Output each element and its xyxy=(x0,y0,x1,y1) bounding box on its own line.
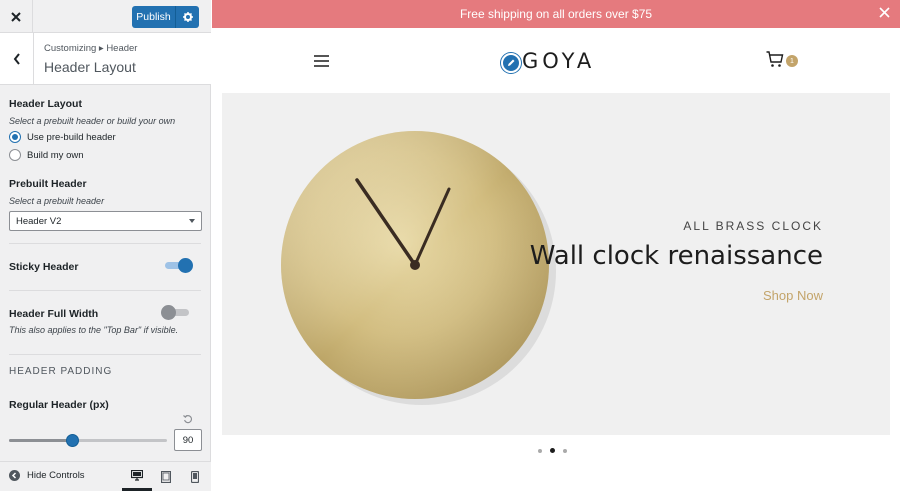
radio-label: Use pre-build header xyxy=(27,131,116,143)
publish-settings-button[interactable] xyxy=(176,6,199,28)
header-layout-title: Header Layout xyxy=(9,98,82,110)
prebuilt-header-select[interactable]: Header V2 xyxy=(9,211,202,231)
customizer-sidebar: Publish Customizing ▸ Header Header Layo… xyxy=(0,0,211,491)
regular-header-slider[interactable] xyxy=(9,434,167,447)
hero-title: Wall clock renaissance xyxy=(529,241,823,271)
slide-dot[interactable] xyxy=(538,448,542,453)
pencil-icon xyxy=(508,59,515,66)
toggle-knob xyxy=(161,305,176,320)
edit-shortcut-button[interactable] xyxy=(501,53,521,73)
radio-button[interactable] xyxy=(9,149,21,161)
header-padding-heading: HEADER PADDING xyxy=(9,366,113,377)
cart-icon[interactable] xyxy=(766,51,784,68)
customizer-header: Publish xyxy=(0,0,211,33)
select-value: Header V2 xyxy=(16,216,62,227)
divider xyxy=(9,290,201,291)
cart-count-badge: 1 xyxy=(786,55,798,67)
hide-controls-button[interactable]: Hide Controls xyxy=(9,470,85,481)
radio-button[interactable] xyxy=(9,131,21,143)
hero-slide: ALL BRASS CLOCK Wall clock renaissance S… xyxy=(222,93,890,435)
prebuilt-header-control: Prebuilt Header Select a prebuilt header xyxy=(9,178,201,206)
tablet-preview-button[interactable] xyxy=(151,462,181,491)
collapse-icon xyxy=(9,470,20,481)
radio-build-own[interactable]: Build my own xyxy=(9,149,201,161)
slide-dot[interactable] xyxy=(563,448,567,453)
prebuilt-header-title: Prebuilt Header xyxy=(9,178,87,190)
regular-header-input[interactable]: 90 xyxy=(174,429,202,451)
section-title: Header Layout xyxy=(44,59,136,75)
radio-use-prebuild[interactable]: Use pre-build header xyxy=(9,131,201,143)
hamburger-menu-icon[interactable] xyxy=(314,55,329,67)
brass-clock-image xyxy=(281,131,556,405)
chevron-left-icon xyxy=(13,52,20,65)
chevron-down-icon xyxy=(189,219,195,223)
shop-now-link[interactable]: Shop Now xyxy=(763,288,823,303)
toggle-knob xyxy=(178,258,193,273)
divider xyxy=(9,354,201,355)
section-header: Customizing ▸ Header Header Layout xyxy=(0,33,211,85)
slider-fill xyxy=(9,439,73,442)
regular-header-label: Regular Header (px) xyxy=(9,399,109,411)
mobile-preview-button[interactable] xyxy=(180,462,210,491)
publish-group: Publish xyxy=(132,6,199,28)
publish-button[interactable]: Publish xyxy=(132,6,176,28)
close-icon[interactable] xyxy=(879,7,890,18)
slide-dot[interactable] xyxy=(550,448,555,453)
site-preview: Free shipping on all orders over $75 GOY… xyxy=(212,0,900,491)
site-logo[interactable]: GOYA xyxy=(501,49,595,73)
desktop-preview-button[interactable] xyxy=(122,462,152,491)
slider-pagination xyxy=(538,448,567,453)
full-width-toggle[interactable] xyxy=(161,305,191,320)
tablet-icon xyxy=(161,470,171,483)
slider-handle[interactable] xyxy=(66,434,80,447)
breadcrumb: Customizing ▸ Header xyxy=(44,43,138,54)
top-bar: Free shipping on all orders over $75 xyxy=(212,0,900,28)
back-button[interactable] xyxy=(0,33,34,84)
close-icon xyxy=(11,11,21,22)
top-bar-text: Free shipping on all orders over $75 xyxy=(459,7,653,21)
header-layout-control: Header Layout Select a prebuilt header o… xyxy=(9,98,201,161)
full-width-description: This also applies to the "Top Bar" if vi… xyxy=(9,325,179,335)
gear-icon xyxy=(182,12,193,22)
hide-controls-label: Hide Controls xyxy=(27,470,85,481)
desktop-icon xyxy=(131,469,143,481)
sticky-header-toggle[interactable] xyxy=(163,258,193,273)
reset-icon[interactable] xyxy=(183,414,193,424)
prebuilt-header-description: Select a prebuilt header xyxy=(9,196,105,206)
mobile-icon xyxy=(191,470,199,483)
divider xyxy=(9,243,201,244)
customizer-footer: Hide Controls xyxy=(0,461,211,491)
radio-label: Build my own xyxy=(27,149,84,161)
close-customizer-button[interactable] xyxy=(0,0,33,33)
regular-header-control: Regular Header (px) xyxy=(9,399,201,411)
header-layout-description: Select a prebuilt header or build your o… xyxy=(9,116,176,126)
logo-text: GOYA xyxy=(522,49,596,73)
hero-eyebrow: ALL BRASS CLOCK xyxy=(683,219,823,233)
